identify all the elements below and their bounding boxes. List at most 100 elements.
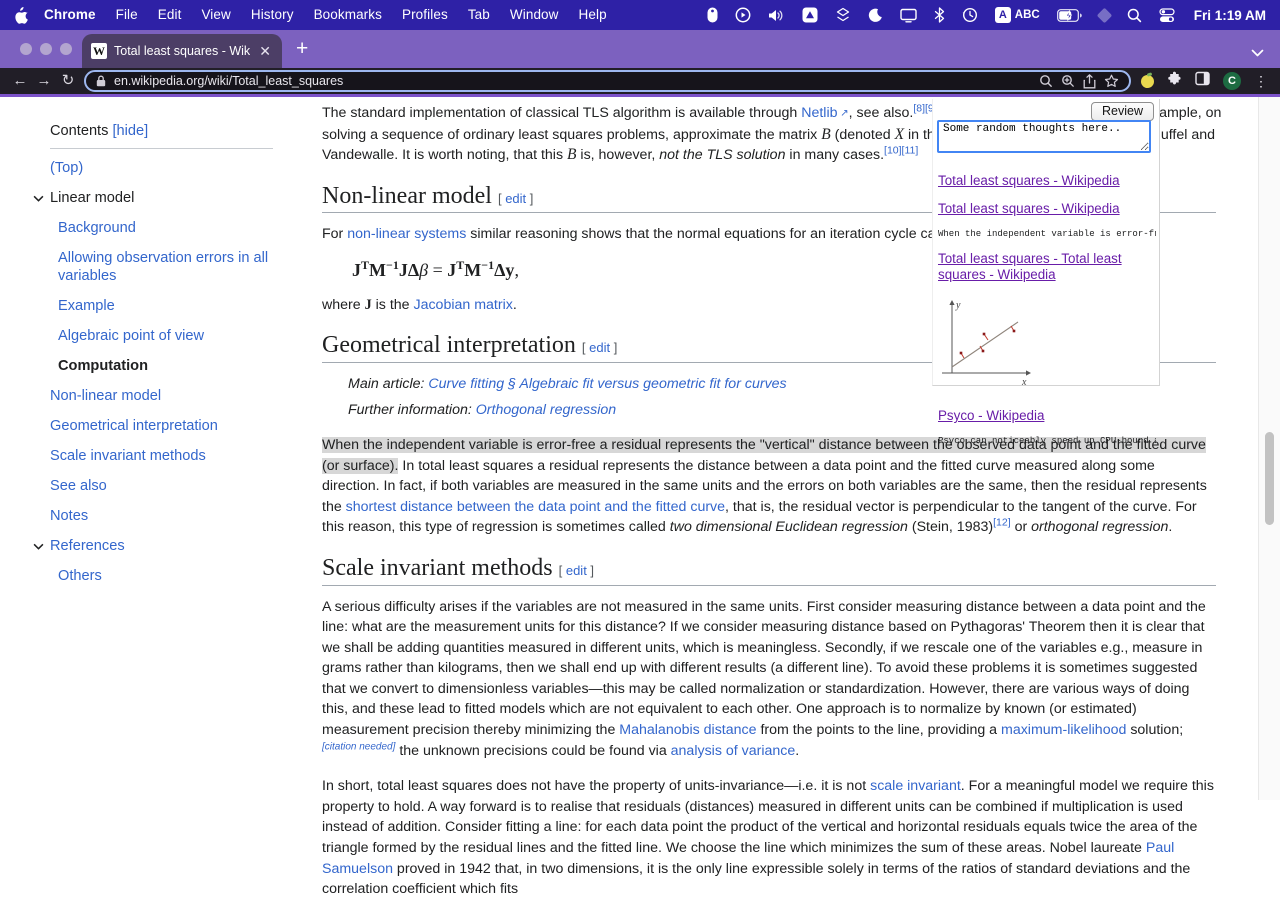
toc-item-notes[interactable]: Notes [0, 507, 290, 525]
sidebar-panel-icon[interactable] [1195, 71, 1210, 91]
menu-profiles[interactable]: Profiles [392, 7, 458, 22]
menubar-status-area: A ABC Fri 1:19 AM [707, 6, 1266, 24]
paragraph-scale-invariance: In short, total least squares does not h… [322, 776, 1216, 900]
back-button[interactable]: ← [8, 70, 32, 92]
search-results-list: Total least squares - Wikipedia Total lea… [938, 161, 1156, 457]
paragraph-line: Vandewalle. It is worth noting, that thi… [322, 147, 918, 163]
bookmark-star-icon[interactable] [1104, 74, 1119, 88]
window-controls[interactable] [20, 43, 72, 55]
bluetooth-icon[interactable] [934, 6, 945, 24]
app-triangle-icon[interactable] [802, 6, 818, 24]
chevron-down-icon[interactable] [33, 543, 44, 550]
toc-item-non-linear-model[interactable]: Non-linear model [0, 387, 290, 405]
search-result-link[interactable]: Total least squares - Wikipedia [938, 173, 1156, 189]
edit-link[interactable]: edit [566, 563, 587, 578]
control-center-icon[interactable] [1159, 6, 1175, 24]
omnibox[interactable]: en.wikipedia.org/wiki/Total_least_square… [84, 70, 1131, 92]
mouse-icon[interactable] [707, 6, 718, 24]
toc-divider [50, 148, 273, 149]
toolbar-extensions-area: C ⋮ [1141, 71, 1272, 91]
heading-scale-invariant-methods: Scale invariant methods [ edit ] [322, 558, 1216, 586]
menu-window[interactable]: Window [500, 7, 569, 22]
toc-item-linear-model[interactable]: Linear model [0, 189, 290, 207]
extension-ball-icon[interactable] [1141, 75, 1154, 88]
toc-hide-link[interactable]: [hide] [112, 123, 148, 139]
toc-item-example[interactable]: Example [0, 297, 290, 315]
input-source-label: ABC [1015, 9, 1040, 21]
toc-item-computation[interactable]: Computation [0, 357, 290, 375]
tab-strip: W Total least squares - Wikipedia ✕ + [0, 30, 1280, 68]
search-result-link[interactable]: Total least squares - Total least square… [938, 251, 1156, 283]
edit-section: [ edit ] [582, 340, 617, 355]
toc-item-scale-invariant-methods[interactable]: Scale invariant methods [0, 447, 290, 465]
menu-tab[interactable]: Tab [458, 7, 500, 22]
review-button[interactable]: Review [1091, 102, 1154, 121]
page-content: Contents [hide] (Top) Linear model Backgro… [0, 97, 1280, 800]
window-close-button[interactable] [20, 43, 32, 55]
reload-button[interactable]: ↻ [56, 70, 80, 92]
toc-item-background[interactable]: Background [0, 219, 290, 237]
toc-sidebar: Contents [hide] (Top) Linear model Backgro… [0, 97, 300, 597]
diamond-icon[interactable] [1099, 6, 1110, 24]
menu-chrome[interactable]: Chrome [34, 7, 106, 22]
extensions-puzzle-icon[interactable] [1167, 71, 1182, 91]
edit-section: [ edit ] [559, 563, 594, 578]
menu-bookmarks[interactable]: Bookmarks [304, 7, 392, 22]
notes-textarea[interactable]: Some random thoughts here.. [937, 120, 1151, 153]
profile-avatar[interactable]: C [1223, 72, 1241, 90]
browser-tab[interactable]: W Total least squares - Wikipedia ✕ [82, 34, 282, 68]
toc-item-top[interactable]: (Top) [0, 159, 290, 177]
toc-item-see-also[interactable]: See also [0, 477, 290, 495]
search-result-snippet: When the independent variable is error-f… [938, 229, 1156, 239]
play-circle-icon[interactable] [735, 6, 751, 24]
lock-icon[interactable] [96, 75, 106, 87]
window-minimize-button[interactable] [40, 43, 52, 55]
toc-item-references[interactable]: References [0, 537, 290, 555]
url-text[interactable]: en.wikipedia.org/wiki/Total_least_square… [114, 74, 1031, 88]
input-source-icon[interactable]: A ABC [995, 6, 1040, 24]
notes-search-popup: Review Some random thoughts here.. Total… [932, 99, 1160, 386]
edit-link[interactable]: edit [505, 191, 526, 206]
toc-item-geometrical-interpretation[interactable]: Geometrical interpretation [0, 417, 290, 435]
search-result-link[interactable]: Psyco - Wikipedia [938, 408, 1156, 424]
menubar-clock[interactable]: Fri 1:19 AM [1194, 8, 1266, 23]
battery-charging-icon[interactable] [1057, 6, 1082, 24]
time-machine-icon[interactable] [962, 6, 978, 24]
svg-text:x: x [1021, 377, 1027, 388]
tab-close-icon[interactable]: ✕ [257, 43, 273, 60]
zoom-icon[interactable] [1061, 74, 1075, 88]
share-icon[interactable] [1083, 74, 1096, 89]
scrollbar-thumb[interactable] [1265, 432, 1274, 525]
toc-item-algebraic-point-of-view[interactable]: Algebraic point of view [0, 327, 290, 345]
browser-menu-icon[interactable]: ⋮ [1254, 73, 1268, 89]
toc-item-allowing-observation-errors-in-all-variables[interactable]: Allowing observation errors in all varia… [0, 249, 290, 285]
toc-item-others[interactable]: Others [0, 567, 290, 585]
lens-search-icon[interactable] [1039, 74, 1053, 88]
search-result-link[interactable]: Total least squares - Wikipedia [938, 201, 1156, 217]
menu-file[interactable]: File [106, 7, 148, 22]
edit-section: [ edit ] [498, 191, 533, 206]
menu-history[interactable]: History [241, 7, 304, 22]
forward-button[interactable]: → [32, 70, 56, 92]
volume-icon[interactable] [768, 6, 785, 24]
chevron-down-icon[interactable] [33, 195, 44, 202]
tab-search-chevron-icon[interactable] [1251, 44, 1264, 62]
moon-icon[interactable] [868, 6, 883, 24]
window-zoom-button[interactable] [60, 43, 72, 55]
edit-link[interactable]: edit [589, 340, 610, 355]
display-icon[interactable] [900, 6, 917, 24]
toc-contents-label: Contents [50, 123, 108, 139]
paragraph-scale-units: A serious difficulty arises if the varia… [322, 597, 1216, 762]
layers-icon[interactable] [835, 6, 851, 24]
tab-title: Total least squares - Wikipedia [114, 44, 250, 58]
apple-logo-icon[interactable] [14, 7, 28, 24]
spotlight-icon[interactable] [1127, 6, 1142, 24]
browser-toolbar: ← → ↻ en.wikipedia.org/wiki/Total_least_… [0, 68, 1280, 94]
menu-view[interactable]: View [191, 7, 240, 22]
input-source-letter: A [995, 7, 1011, 23]
menu-help[interactable]: Help [569, 7, 617, 22]
new-tab-button[interactable]: + [296, 34, 308, 64]
page-scrollbar[interactable] [1258, 97, 1280, 800]
regression-plot-thumbnail: y x [938, 295, 1156, 396]
menu-edit[interactable]: Edit [148, 7, 192, 22]
